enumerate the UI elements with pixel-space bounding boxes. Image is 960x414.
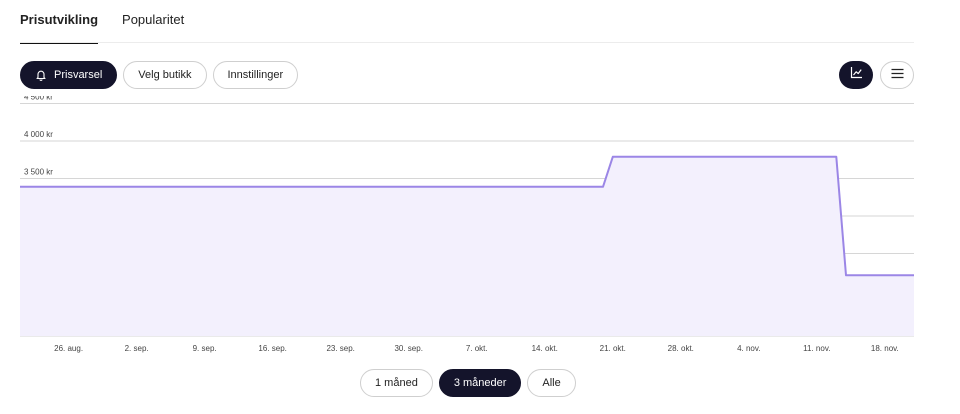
tab-price-history[interactable]: Prisutvikling xyxy=(20,0,99,44)
x-tick-label: 7. okt. xyxy=(466,344,488,353)
price-alert-label: Prisvarsel xyxy=(54,69,103,81)
x-tick-label: 2. sep. xyxy=(125,344,149,353)
x-tick-label: 11. nov. xyxy=(803,344,830,353)
price-history-chart: 4 500 kr4 000 kr3 500 kr3 000 kr2 500 kr… xyxy=(20,96,914,353)
x-tick-label: 14. okt. xyxy=(532,344,558,353)
x-tick-label: 4. nov. xyxy=(737,344,760,353)
y-tick-label: 3 500 kr xyxy=(24,168,53,177)
price-area xyxy=(20,156,914,336)
x-tick-label: 21. okt. xyxy=(600,344,626,353)
range-1-month-button[interactable]: 1 måned xyxy=(360,369,433,397)
bell-icon xyxy=(35,69,47,81)
chart-view-button[interactable] xyxy=(839,61,873,89)
range-3-months-button[interactable]: 3 måneder xyxy=(438,369,522,397)
tab-bar: Prisutvikling Popularitet xyxy=(20,0,184,44)
x-tick-label: 23. sep. xyxy=(326,344,354,353)
x-tick-label: 18. nov. xyxy=(871,344,899,353)
price-alert-button[interactable]: Prisvarsel xyxy=(20,61,118,89)
list-view-button[interactable] xyxy=(880,61,914,89)
x-tick-label: 9. sep. xyxy=(193,344,217,353)
range-all-button[interactable]: Alle xyxy=(527,369,576,397)
x-tick-label: 16. sep. xyxy=(258,344,286,353)
settings-button[interactable]: Innstillinger xyxy=(212,61,299,89)
tab-popularity[interactable]: Popularitet xyxy=(122,0,184,42)
x-tick-label: 26. aug. xyxy=(54,344,83,353)
x-tick-label: 28. okt. xyxy=(668,344,694,353)
tab-divider xyxy=(20,42,914,43)
y-tick-label: 4 000 kr xyxy=(24,130,53,139)
menu-icon xyxy=(891,66,904,84)
range-selector: 1 måned 3 måneder Alle xyxy=(360,369,576,397)
y-tick-label: 4 500 kr xyxy=(24,96,53,102)
x-tick-label: 30. sep. xyxy=(394,344,422,353)
choose-store-button[interactable]: Velg butikk xyxy=(123,61,207,89)
line-chart-icon xyxy=(850,66,863,84)
chart-toolbar: Prisvarsel Velg butikk Innstillinger xyxy=(20,61,299,89)
